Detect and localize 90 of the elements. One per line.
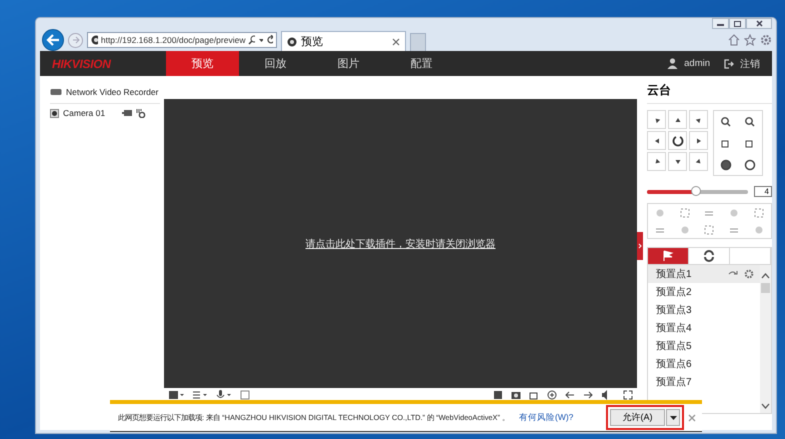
ptz-button[interactable]	[668, 110, 687, 129]
zoom-icon[interactable]	[240, 390, 250, 400]
camera-icon	[50, 108, 59, 118]
caret-icon	[670, 416, 676, 420]
ptz-button[interactable]	[668, 131, 687, 150]
arrow-icon	[694, 116, 702, 124]
preset-item[interactable]: 预置点3	[648, 301, 760, 319]
ptz-tab[interactable]	[648, 248, 689, 264]
ptz-title: 云台	[647, 76, 772, 104]
layout-icon[interactable]	[168, 390, 184, 400]
arrow-icon	[694, 136, 702, 144]
preset-item[interactable]: 预置点4	[648, 319, 760, 337]
settings-icon[interactable]	[744, 269, 754, 279]
fullscreen-icon[interactable]	[623, 390, 633, 400]
lens-control-icon[interactable]	[720, 115, 732, 127]
logo: HIKVISION	[51, 56, 112, 70]
close-icon	[754, 20, 764, 27]
chevron-icon	[638, 243, 642, 249]
ptz-button[interactable]	[689, 110, 708, 129]
logout-link[interactable]: 注销	[740, 56, 760, 70]
nav-tab[interactable]: 配置	[385, 51, 458, 76]
arrow-left-icon	[46, 34, 60, 46]
star-icon[interactable]	[744, 34, 756, 46]
refresh-icon	[703, 250, 715, 262]
camera-icon[interactable]	[511, 390, 521, 400]
lens-control-icon[interactable]	[744, 115, 756, 127]
close-button[interactable]	[746, 18, 772, 29]
panel-toggle-button[interactable]	[637, 232, 643, 260]
settings-icon[interactable]	[760, 34, 772, 46]
lens-control-icon[interactable]	[744, 159, 756, 171]
arrow-right-icon[interactable]	[583, 390, 593, 400]
arrow-icon	[694, 158, 702, 166]
camera-name[interactable]: Camera 01	[63, 108, 106, 118]
minimize-button[interactable]	[712, 18, 729, 29]
nav-tab[interactable]: 图片	[312, 51, 385, 76]
ptz-button[interactable]	[647, 131, 666, 150]
browser-tab[interactable]: 预览	[281, 31, 406, 51]
preset-item[interactable]: 预置点1	[648, 265, 760, 283]
user-name: admin	[684, 58, 710, 69]
user-icon	[667, 58, 678, 69]
refresh-icon[interactable]	[266, 35, 273, 45]
speed-value: 4	[754, 186, 772, 197]
ptz-button[interactable]	[668, 152, 687, 171]
maximize-button[interactable]	[729, 18, 746, 29]
allow-button[interactable]: 允许(A)	[610, 409, 665, 426]
close-icon[interactable]	[392, 38, 400, 46]
nav-tab[interactable]: 回放	[239, 51, 312, 76]
preset-item[interactable]: 预置点7	[648, 373, 760, 391]
ptz-button[interactable]	[689, 152, 708, 171]
device-name[interactable]: Network Video Recorder	[66, 87, 158, 97]
microphone-icon[interactable]	[216, 390, 232, 400]
address-bar[interactable]: http://192.168.1.200/doc/page/preview	[87, 32, 277, 48]
arrow-icon	[674, 158, 682, 166]
home-icon[interactable]	[728, 34, 740, 46]
scroll-up-icon[interactable]	[761, 273, 770, 279]
nav-tab[interactable]: 预览	[166, 51, 239, 76]
plugin-download-link[interactable]: 请点击此处下载插件，安装时请关闭浏览器	[306, 236, 496, 250]
preset-item[interactable]: 预置点2	[648, 283, 760, 301]
scroll-down-icon[interactable]	[761, 403, 770, 409]
arrow-icon	[652, 158, 660, 166]
scrollbar-thumb[interactable]	[761, 283, 770, 293]
lens-control-icon[interactable]	[720, 159, 732, 171]
logout-icon[interactable]	[724, 58, 734, 68]
arrow-left-icon[interactable]	[565, 390, 575, 400]
ptz-button[interactable]	[689, 131, 708, 150]
preset-item[interactable]: 预置点6	[648, 355, 760, 373]
zoom-in-icon[interactable]	[547, 390, 557, 400]
site-icon	[287, 36, 297, 46]
preset-item[interactable]: 预置点5	[648, 337, 760, 355]
recorder-icon	[50, 88, 62, 96]
arrow-icon	[652, 116, 660, 124]
back-button[interactable]	[42, 29, 64, 51]
capture-icon[interactable]	[493, 390, 503, 400]
stream-icon[interactable]	[192, 390, 208, 400]
clip-icon[interactable]	[529, 390, 539, 400]
rotate-icon	[672, 134, 684, 146]
maximize-icon	[733, 20, 742, 27]
arrow-icon	[652, 136, 660, 144]
ptz-button[interactable]	[647, 152, 666, 171]
site-icon	[91, 35, 98, 45]
url-text: http://192.168.1.200/doc/page/preview	[100, 35, 246, 45]
arrow-icon	[674, 116, 682, 124]
dropdown-button[interactable]	[666, 409, 680, 426]
ptz-button[interactable]	[647, 110, 666, 129]
risk-link[interactable]: 有何风险(W)?	[518, 412, 574, 424]
flag-icon	[662, 250, 674, 262]
close-icon[interactable]	[688, 414, 696, 422]
search-icon[interactable]	[248, 35, 256, 45]
scrollbar[interactable]	[760, 265, 771, 413]
arrow-right-icon	[72, 36, 80, 44]
